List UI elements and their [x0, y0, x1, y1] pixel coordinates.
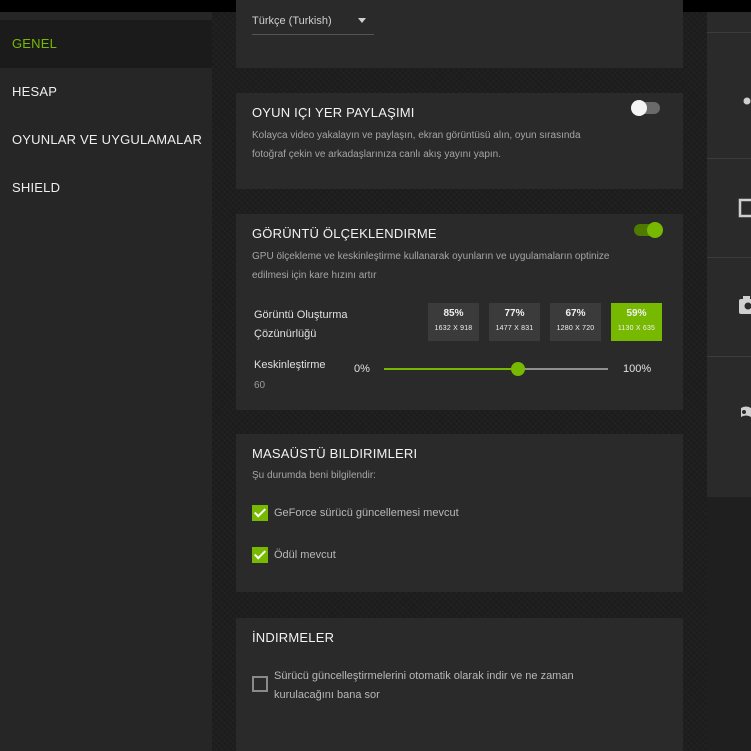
- toggle-knob: [647, 222, 663, 238]
- share-title: OYUN IÇI YER PAYLAŞIMI: [252, 105, 415, 120]
- divider: [707, 356, 751, 357]
- sidebar: GENEL HESAP OYUNLAR VE UYGULAMALAR SHIEL…: [0, 12, 212, 751]
- right-panel: [707, 12, 751, 497]
- language-card: Türkçe (Turkish): [236, 0, 683, 68]
- dot-icon[interactable]: [738, 92, 751, 110]
- preset-67[interactable]: 67% 1280 X 720: [550, 303, 601, 341]
- sidebar-item-genel[interactable]: GENEL: [0, 20, 212, 68]
- scaling-toggle[interactable]: [634, 222, 663, 238]
- sharpen-slider[interactable]: [384, 362, 608, 376]
- preset-percent: 67%: [565, 308, 586, 319]
- preset-percent: 59%: [626, 308, 647, 319]
- toggle-knob: [631, 100, 647, 116]
- preset-resolution: 1477 X 831: [495, 325, 534, 332]
- sharpen-label: Keskinleştirme: [254, 359, 326, 371]
- divider: [707, 32, 751, 33]
- checkbox[interactable]: [252, 676, 268, 692]
- preset-resolution: 1632 X 918: [434, 325, 473, 332]
- language-select[interactable]: Türkçe (Turkish): [252, 14, 374, 35]
- preset-percent: 85%: [443, 308, 464, 319]
- preset-percent: 77%: [504, 308, 525, 319]
- notifications-subtitle: Şu durumda beni bilgilendir:: [252, 470, 376, 481]
- language-value: Türkçe (Turkish): [252, 15, 332, 27]
- notifications-title: MASAÜSTÜ BILDIRIMLERI: [252, 446, 418, 461]
- scaling-description: GPU ölçekleme ve keskinleştirme kullanar…: [252, 251, 610, 281]
- sharpen-value: 60: [254, 380, 266, 391]
- preset-resolution: 1130 X 635: [617, 325, 656, 332]
- scaling-title: GÖRÜNTÜ ÖLÇEKLENDIRME: [252, 226, 437, 241]
- gamepad-icon[interactable]: [738, 404, 751, 425]
- downloads-title: İNDIRMELER: [252, 630, 335, 645]
- checkbox[interactable]: [252, 505, 268, 521]
- render-resolution-label: Görüntü Oluşturma Çözünürlüğü: [254, 309, 348, 340]
- preset-resolution: 1280 X 720: [556, 325, 595, 332]
- divider: [707, 158, 751, 159]
- preset-59[interactable]: 59% 1130 X 635: [611, 303, 662, 341]
- sidebar-item-games-apps[interactable]: OYUNLAR VE UYGULAMALAR: [0, 116, 212, 164]
- slider-fill: [384, 368, 518, 370]
- main-content: Türkçe (Turkish) OYUN IÇI YER PAYLAŞIMI …: [212, 0, 707, 751]
- checkbox-label: Sürücü güncelleştirmelerini otomatik ola…: [274, 670, 574, 701]
- share-description: Kolayca video yakalayın ve paylaşın, ekr…: [252, 130, 581, 160]
- slider-min-label: 0%: [354, 363, 370, 375]
- chevron-down-icon[interactable]: [358, 18, 366, 23]
- checkbox[interactable]: [252, 547, 268, 563]
- display-icon[interactable]: [738, 198, 751, 225]
- divider: [707, 257, 751, 258]
- downloads-card: İNDIRMELER Sürücü güncelleştirmelerini o…: [236, 618, 683, 751]
- checkbox-label: GeForce sürücü güncellemesi mevcut: [274, 507, 459, 519]
- share-card: OYUN IÇI YER PAYLAŞIMI Kolayca video yak…: [236, 93, 683, 189]
- share-toggle[interactable]: [631, 100, 660, 116]
- preset-77[interactable]: 77% 1477 X 831: [489, 303, 540, 341]
- auto-download-option[interactable]: Sürücü güncelleştirmelerini otomatik ola…: [252, 667, 632, 707]
- slider-thumb[interactable]: [511, 362, 525, 376]
- notifications-card: MASAÜSTÜ BILDIRIMLERI Şu durumda beni bi…: [236, 434, 683, 592]
- checkbox-label: Ödül mevcut: [274, 549, 336, 561]
- preset-85[interactable]: 85% 1632 X 918: [428, 303, 479, 341]
- scaling-card: GÖRÜNTÜ ÖLÇEKLENDIRME GPU ölçekleme ve k…: [236, 214, 683, 410]
- slider-max-label: 100%: [623, 363, 652, 375]
- sidebar-item-hesap[interactable]: HESAP: [0, 68, 212, 116]
- sidebar-item-shield[interactable]: SHIELD: [0, 164, 212, 212]
- camera-icon[interactable]: [738, 294, 751, 323]
